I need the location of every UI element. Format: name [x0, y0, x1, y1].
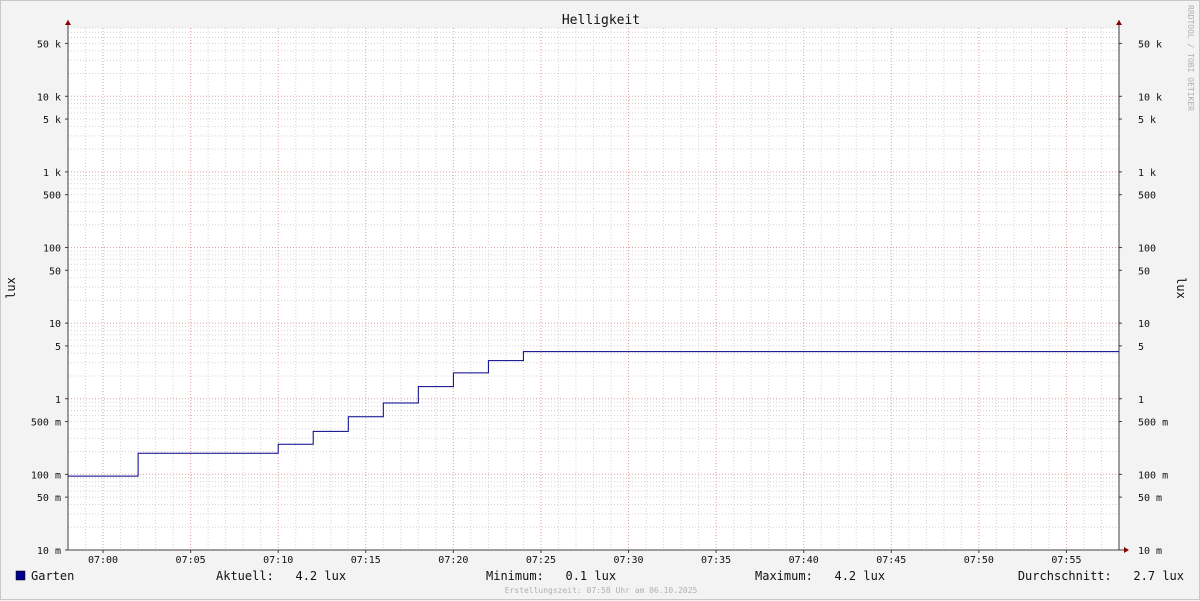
y-tick-labels-left: 50 k 10 k 5 k 1 k 500 100 50 10 5 1 500 m 100 m 50 m…	[31, 39, 61, 557]
y-tick-label: 10 k	[1138, 92, 1162, 103]
y-tick-label: 1 k	[43, 168, 61, 179]
x-tick-label: 07:05	[176, 555, 206, 566]
legend-swatch	[15, 570, 26, 581]
x-tick-label: 07:00	[88, 555, 118, 566]
y-axis-label-left: lux	[4, 277, 18, 299]
x-tick-labels: 07:00 07:05 07:10 07:15 07:20 07:25 07:30 07:35…	[88, 555, 1082, 566]
y-axis-label-right: lux	[1174, 277, 1188, 299]
y-tick-label: 10 m	[1138, 546, 1162, 557]
y-tick-label: 50	[49, 266, 61, 277]
x-tick-label: 07:55	[1051, 555, 1081, 566]
y-tick-label: 5	[1138, 342, 1144, 353]
y-tick-label: 500	[1138, 191, 1156, 202]
brightness-chart: 50 k 10 k 5 k 1 k 500 100 50 10 5 1 500 m 100 m 50 m…	[4, 5, 1195, 595]
y-tick-labels-right: 50 k 10 k 5 k 1 k 500 100 50 10 5 1 500 m 100 m 50 m…	[1138, 39, 1168, 557]
x-tick-label: 07:30	[613, 555, 643, 566]
y-tick-label: 500 m	[31, 418, 61, 429]
y-tick-label: 50 k	[1138, 39, 1162, 50]
stat-minimum: Minimum: 0.1 lux	[486, 569, 616, 583]
y-tick-label: 50	[1138, 266, 1150, 277]
y-tick-label: 50 k	[37, 39, 61, 50]
legend-series-name: Garten	[31, 569, 74, 583]
y-tick-label: 100	[43, 244, 61, 255]
y-tick-label: 1	[55, 395, 61, 406]
y-tick-label: 1	[1138, 395, 1144, 406]
x-tick-label: 07:40	[789, 555, 819, 566]
y-tick-label: 10 m	[37, 546, 61, 557]
y-tick-label: 100	[1138, 244, 1156, 255]
x-tick-label: 07:10	[263, 555, 293, 566]
x-tick-label: 07:15	[351, 555, 381, 566]
x-tick-label: 07:25	[526, 555, 556, 566]
y-tick-label: 500 m	[1138, 418, 1168, 429]
y-tick-label: 50 m	[37, 493, 61, 504]
x-tick-label: 07:50	[964, 555, 994, 566]
watermark: RRDTOOL / TOBI OETIKER	[1186, 5, 1195, 111]
y-tick-label: 100 m	[1138, 470, 1168, 481]
graph-frame: 50 k 10 k 5 k 1 k 500 100 50 10 5 1 500 m 100 m 50 m…	[0, 0, 1200, 600]
stat-average: Durchschnitt: 2.7 lux	[1018, 569, 1184, 583]
footer-timestamp: Erstellungszeit: 07:58 Uhr am 06.10.2025	[505, 586, 698, 595]
y-tick-label: 10	[49, 319, 61, 330]
stat-current: Aktuell: 4.2 lux	[216, 569, 346, 583]
x-axis-arrow	[1124, 547, 1129, 553]
y-tick-label: 1 k	[1138, 168, 1156, 179]
x-tick-label: 07:35	[701, 555, 731, 566]
y-tick-label: 5 k	[1138, 115, 1156, 126]
y-tick-label: 5	[55, 342, 61, 353]
y-tick-label: 500	[43, 191, 61, 202]
y-tick-label: 50 m	[1138, 493, 1162, 504]
y-tick-label: 10 k	[37, 92, 61, 103]
y-tick-label: 10	[1138, 319, 1150, 330]
y-axis-arrow-right	[1116, 20, 1122, 25]
chart-title: Helligkeit	[562, 13, 640, 28]
y-tick-label: 5 k	[43, 115, 61, 126]
stat-maximum: Maximum: 4.2 lux	[755, 569, 885, 583]
x-tick-label: 07:20	[438, 555, 468, 566]
y-axis-arrow-left	[65, 20, 71, 25]
x-tick-label: 07:45	[876, 555, 906, 566]
y-tick-label: 100 m	[31, 470, 61, 481]
